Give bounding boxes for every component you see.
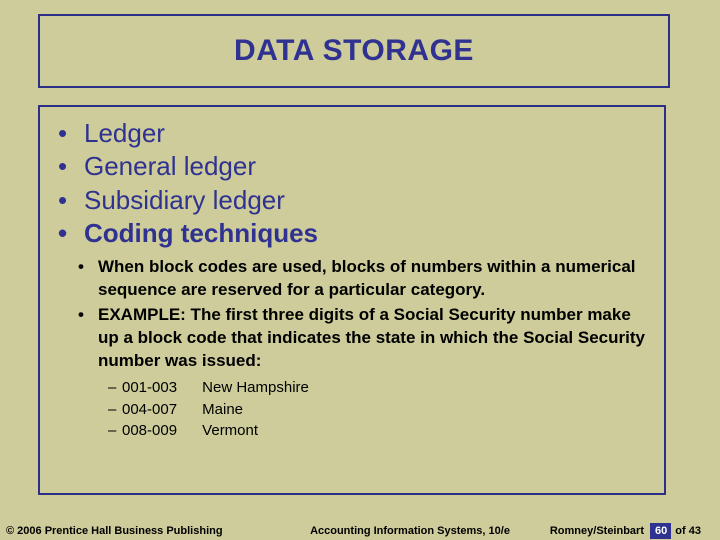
- primary-bullets: Ledger General ledger Subsidiary ledger …: [58, 117, 646, 250]
- page-total-value: 43: [689, 525, 701, 537]
- slide-footer: © 2006 Prentice Hall Business Publishing…: [0, 522, 720, 540]
- bullet-coding-techniques: Coding techniques: [58, 217, 646, 250]
- code-state: Vermont: [202, 422, 258, 439]
- page-indicator: 60 of 43: [650, 523, 705, 539]
- code-state: New Hampshire: [202, 379, 309, 396]
- footer-book: Accounting Information Systems, 10/e: [286, 525, 534, 537]
- code-state: Maine: [202, 401, 243, 418]
- page-of-label: of: [675, 525, 685, 537]
- sub-bullet-example: EXAMPLE: The first three digits of a Soc…: [78, 304, 646, 373]
- code-row-vt: 008-009 Vermont: [108, 420, 646, 442]
- content-box: Ledger General ledger Subsidiary ledger …: [38, 105, 666, 495]
- code-range: 008-009: [122, 420, 198, 442]
- code-row-nh: 001-003 New Hampshire: [108, 377, 646, 399]
- page-total: of 43: [671, 523, 705, 539]
- footer-authors: Romney/Steinbart: [534, 525, 644, 537]
- code-range: 004-007: [122, 399, 198, 421]
- sub-bullet-block-codes: When block codes are used, blocks of num…: [78, 256, 646, 302]
- bullet-subsidiary-ledger: Subsidiary ledger: [58, 184, 646, 217]
- code-list: 001-003 New Hampshire 004-007 Maine 008-…: [108, 377, 646, 442]
- code-range: 001-003: [122, 377, 198, 399]
- footer-copyright: © 2006 Prentice Hall Business Publishing: [0, 525, 286, 537]
- secondary-bullets: When block codes are used, blocks of num…: [58, 256, 646, 373]
- title-box: DATA STORAGE: [38, 14, 670, 88]
- bullet-ledger: Ledger: [58, 117, 646, 150]
- slide-title: DATA STORAGE: [234, 34, 474, 68]
- code-row-me: 004-007 Maine: [108, 399, 646, 421]
- bullet-general-ledger: General ledger: [58, 150, 646, 183]
- page-current: 60: [650, 523, 671, 539]
